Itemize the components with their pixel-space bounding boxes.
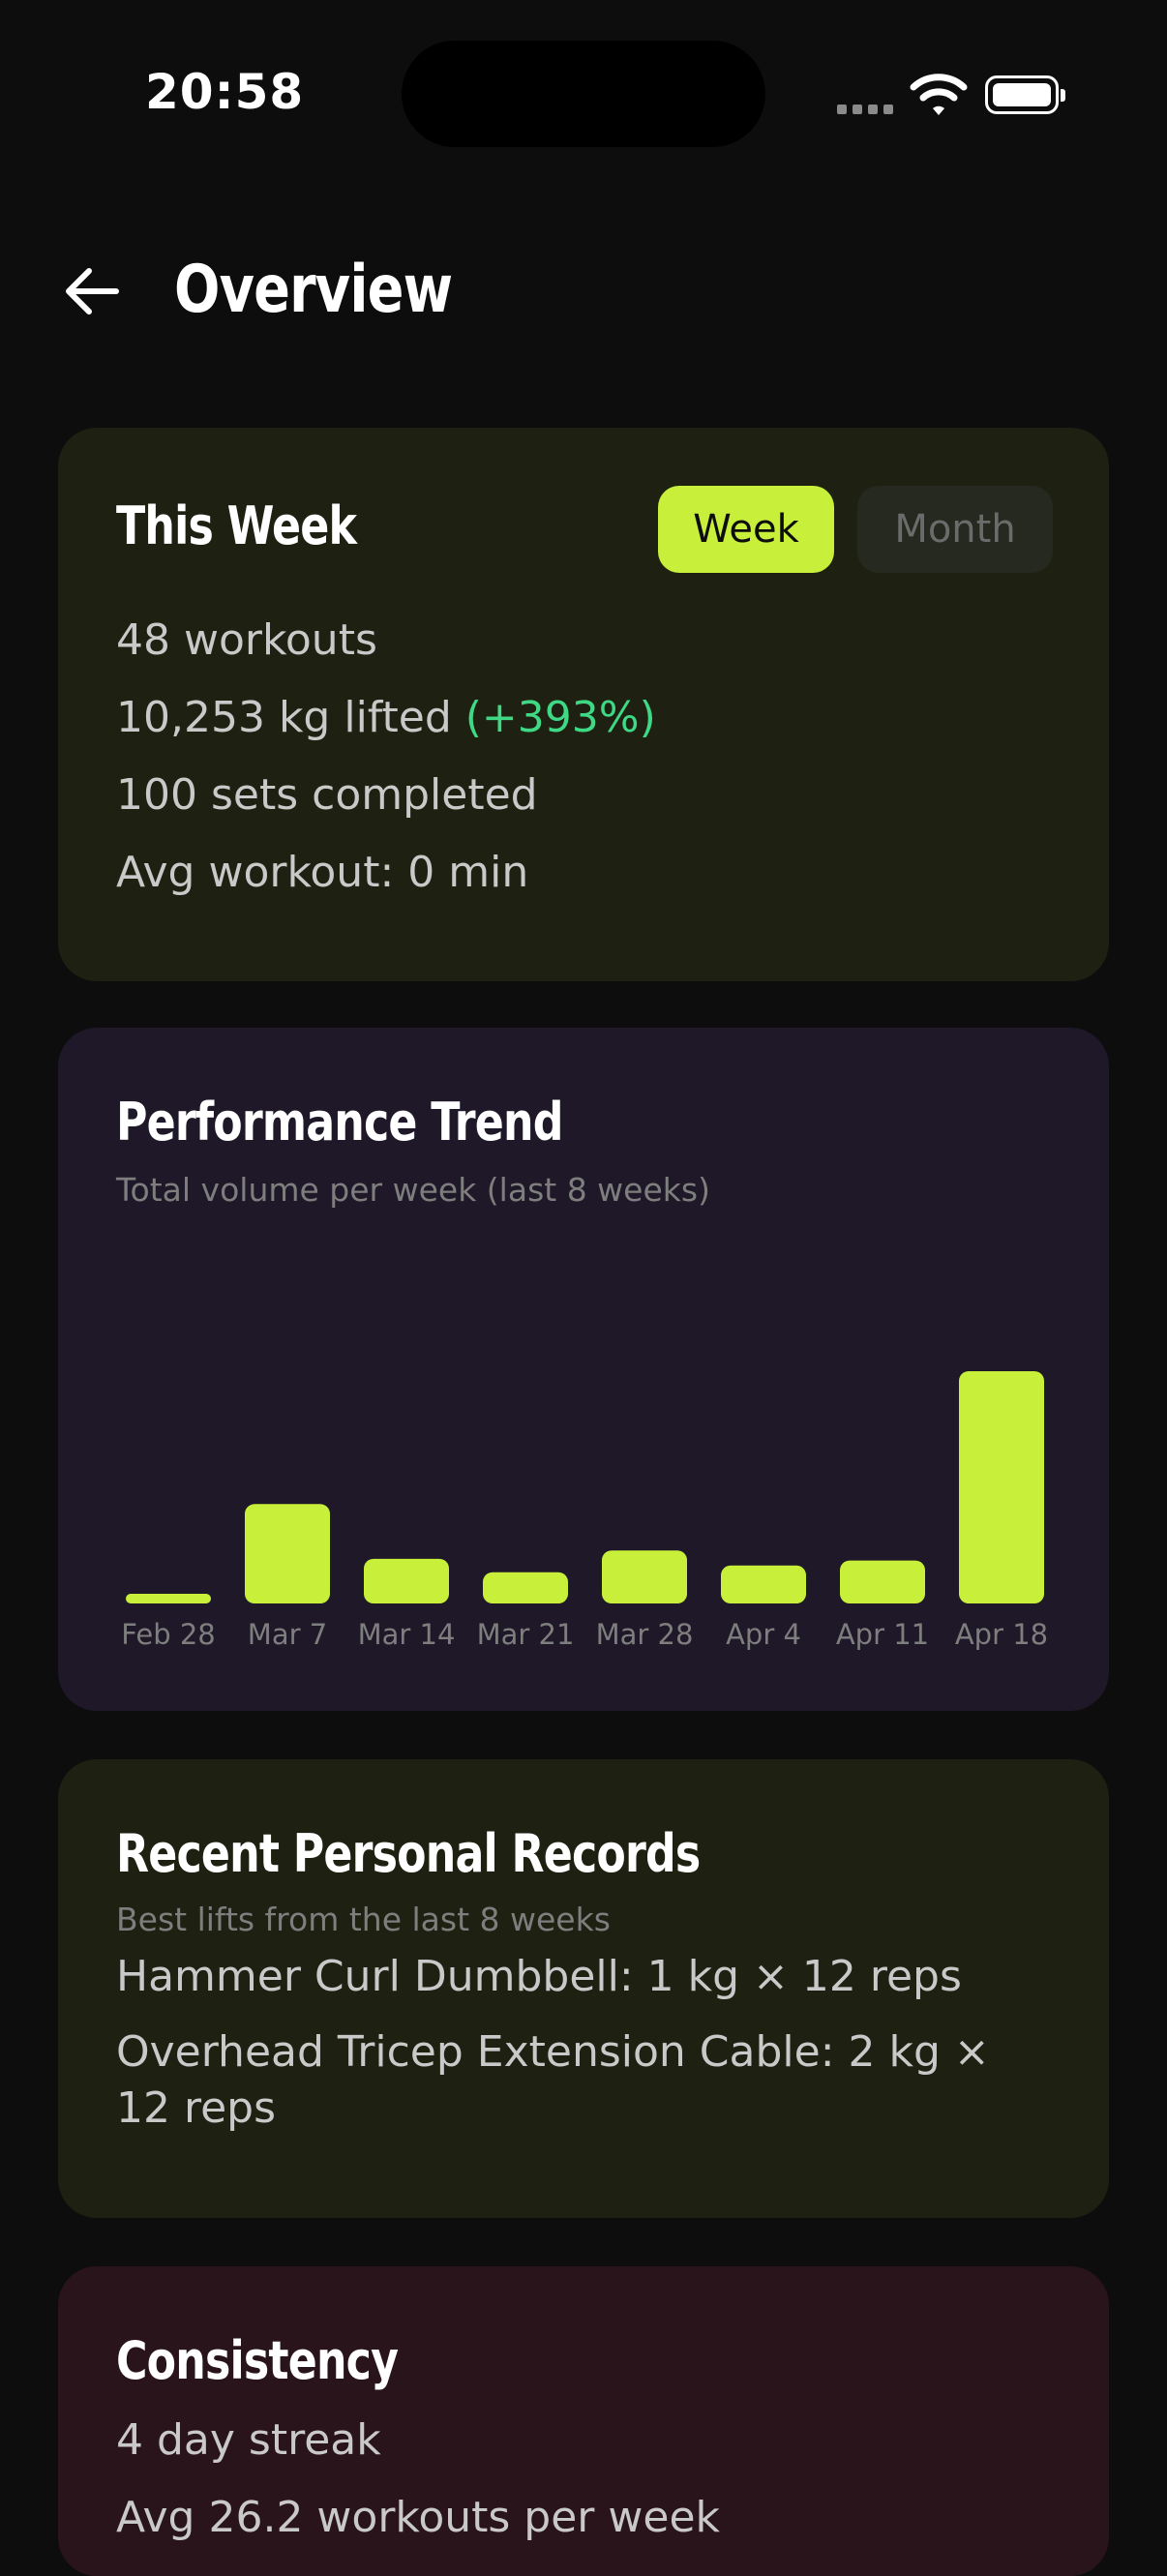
lifted-total: 10,253 kg lifted [116,693,452,742]
card-subtitle: Best lifts from the last 8 weeks [116,1901,611,1938]
month-toggle-button[interactable]: Month [857,486,1053,573]
list-item: Hammer Curl Dumbbell: 1 kg × 12 reps [116,1952,962,2001]
bar [602,1550,687,1603]
this-week-card: This Week Week Month 48 workouts 10,253 … [58,428,1109,981]
bar [959,1371,1044,1603]
avg-workout: Avg workout: 0 min [116,848,529,897]
lifted-change: (+393%) [464,693,656,742]
header: Overview [0,223,1167,358]
workouts-count: 48 workouts [116,615,377,665]
bar [364,1558,449,1603]
x-tick-label: Mar 14 [358,1618,456,1651]
bar [840,1560,925,1603]
x-tick-label: Mar 21 [477,1618,575,1651]
bar [245,1504,330,1603]
volume-bar-chart: Feb 28 Mar 7 Mar 14 Mar 21 Mar 28 Apr 4 Apr 11… [121,1371,1048,1651]
personal-records-card: Recent Personal Records Best lifts from … [58,1759,1109,2218]
sets-count: 100 sets completed [116,770,538,820]
x-tick-label: Mar 28 [596,1618,694,1651]
week-stats: 48 workouts 10,253 kg lifted (+393%) 100… [116,602,656,912]
wifi-icon [910,74,968,115]
bar [483,1572,568,1603]
dynamic-island [402,41,765,147]
card-title: This Week [116,495,357,556]
avg-per-week: Avg 26.2 workouts per week [116,2493,720,2542]
week-toggle-button[interactable]: Week [658,486,834,573]
status-bar: 20:58 [0,0,1167,194]
card-title: Consistency [116,2330,399,2391]
status-time: 20:58 [145,64,305,120]
consistency-card: Consistency 4 day streak Avg 26.2 workou… [58,2266,1109,2576]
x-tick-label: Apr 4 [726,1618,801,1651]
page-title: Overview [174,252,453,328]
list-item: Overhead Tricep Extension Cable: 2 kg × … [116,2027,990,2133]
streak: 4 day streak [116,2415,381,2465]
bar [721,1565,806,1603]
records-list: Hammer Curl Dumbbell: 1 kg × 12 reps Ove… [116,1949,1045,2156]
signal-icon [837,100,899,118]
consistency-stats: 4 day streak Avg 26.2 workouts per week [116,2402,720,2557]
x-tick-label: Apr 18 [955,1618,1048,1651]
x-tick-label: Mar 7 [248,1618,327,1651]
x-tick-label: Feb 28 [121,1618,215,1651]
back-arrow-icon[interactable] [60,259,124,323]
bar [126,1594,211,1603]
performance-trend-card: Performance Trend Total volume per week … [58,1028,1109,1711]
x-tick-label: Apr 11 [836,1618,929,1651]
battery-icon [985,75,1065,114]
lifted-line: 10,253 kg lifted (+393%) [116,679,656,757]
card-title: Recent Personal Records [116,1823,701,1884]
